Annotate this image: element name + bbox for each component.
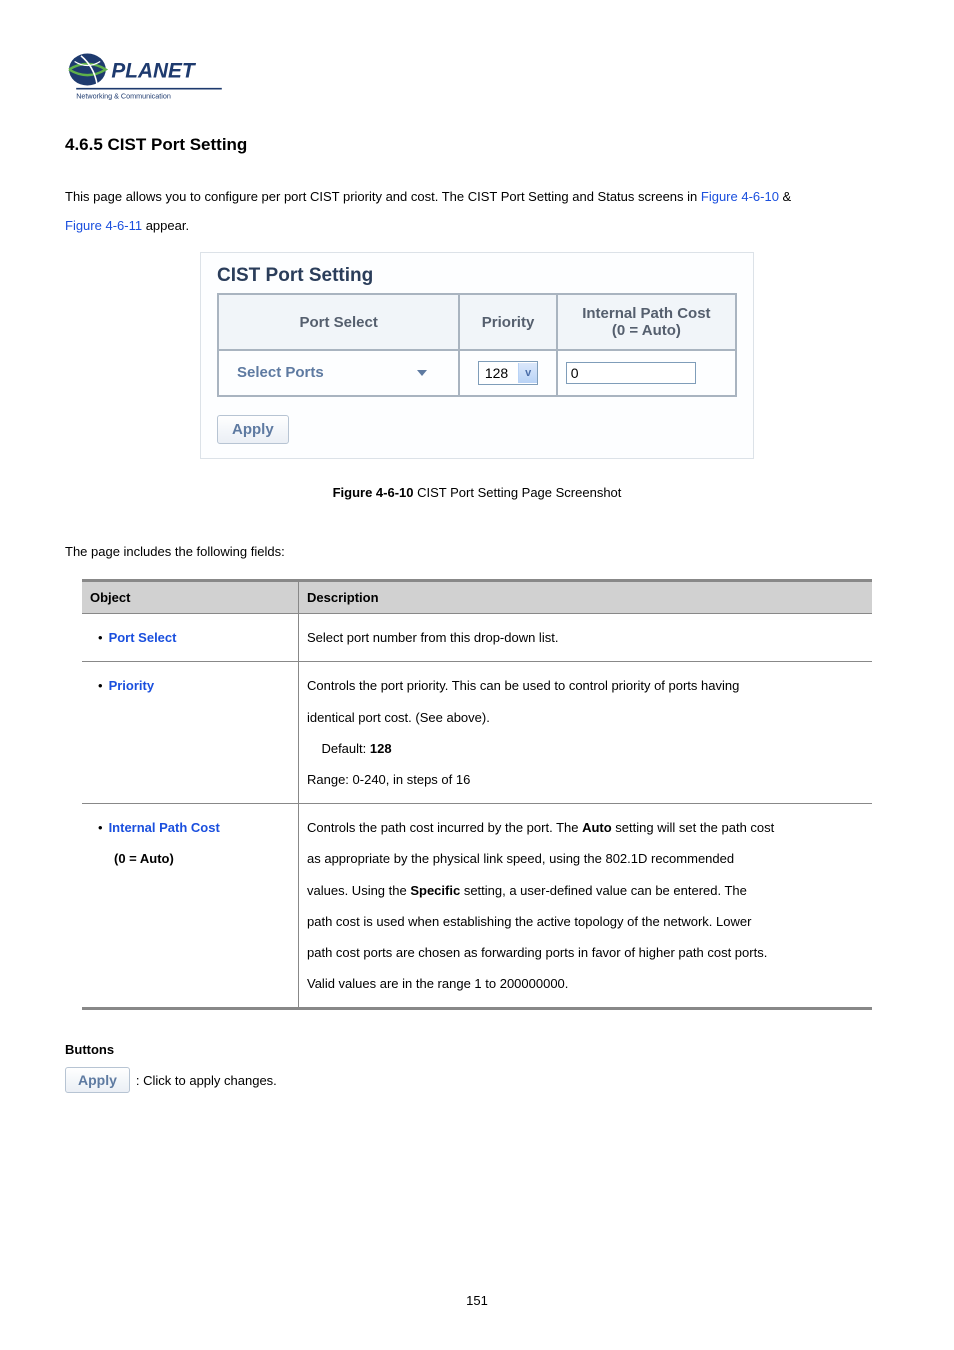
- desc-internal-path-cost: Controls the path cost incurred by the p…: [299, 804, 873, 1009]
- figure-ref-1: Figure 4-6-10: [701, 189, 779, 204]
- priority-value: 128: [479, 365, 518, 381]
- apply-button[interactable]: Apply: [65, 1067, 130, 1093]
- buttons-row: Apply : Click to apply changes.: [65, 1067, 889, 1093]
- figure-ref-2: Figure 4-6-11: [65, 218, 142, 233]
- obj-port-select: Port Select: [109, 630, 177, 645]
- chevron-down-icon: [417, 370, 427, 376]
- intro-text-1: This page allows you to configure per po…: [65, 189, 701, 204]
- cist-settings-table: Port Select Priority Internal Path Cost(…: [217, 293, 737, 397]
- figure-caption-text: CIST Port Setting Page Screenshot: [414, 485, 622, 500]
- select-ports-label: Select Ports: [237, 364, 324, 381]
- logo-brand-text: PLANET: [111, 60, 196, 83]
- cist-panel-title: CIST Port Setting: [217, 265, 737, 287]
- planet-logo-icon: PLANET Networking & Communication: [65, 50, 225, 105]
- col-header-port-select: Port Select: [218, 294, 459, 350]
- intro-text-3: appear.: [142, 218, 189, 233]
- table-row: •Internal Path Cost (0 = Auto) Controls …: [82, 804, 872, 1009]
- logo: PLANET Networking & Communication: [65, 50, 889, 110]
- internal-path-cost-input[interactable]: 0: [566, 362, 696, 384]
- buttons-heading: Buttons: [65, 1042, 889, 1057]
- priority-select[interactable]: 128 v: [478, 361, 538, 385]
- desc-port-select: Select port number from this drop-down l…: [299, 614, 873, 662]
- figure-caption: Figure 4-6-10 CIST Port Setting Page Scr…: [65, 485, 889, 500]
- desc-priority: Controls the port priority. This can be …: [299, 662, 873, 804]
- object-description-table: Object Description •Port Select Select p…: [82, 579, 872, 1010]
- fields-intro-text: The page includes the following fields:: [65, 544, 889, 559]
- col-header-object: Object: [82, 581, 299, 614]
- figure-caption-bold: Figure 4-6-10: [333, 485, 414, 500]
- logo-tagline-text: Networking & Communication: [76, 91, 171, 100]
- chevron-down-icon: v: [525, 367, 531, 379]
- internal-path-cost-value: 0: [571, 365, 579, 381]
- col-header-priority: Priority: [459, 294, 557, 350]
- obj-internal-path-cost: Internal Path Cost: [109, 820, 220, 835]
- select-ports-dropdown[interactable]: Select Ports: [227, 364, 433, 381]
- col-header-description: Description: [299, 581, 873, 614]
- obj-internal-path-cost-sub: (0 = Auto): [114, 851, 174, 866]
- page-number: 151: [65, 1293, 889, 1308]
- cist-port-setting-panel: CIST Port Setting Port Select Priority I…: [200, 252, 754, 459]
- apply-button-description: : Click to apply changes.: [136, 1073, 277, 1088]
- table-row: •Port Select Select port number from thi…: [82, 614, 872, 662]
- section-heading: 4.6.5 CIST Port Setting: [65, 135, 889, 155]
- priority-dropdown-button[interactable]: v: [518, 363, 537, 383]
- table-row: •Priority Controls the port priority. Th…: [82, 662, 872, 804]
- apply-button[interactable]: Apply: [217, 415, 289, 444]
- intro-text-2: &: [779, 189, 791, 204]
- obj-priority: Priority: [109, 678, 155, 693]
- col-header-internal-path-cost: Internal Path Cost(0 = Auto): [557, 294, 736, 350]
- intro-paragraph: This page allows you to configure per po…: [65, 183, 889, 240]
